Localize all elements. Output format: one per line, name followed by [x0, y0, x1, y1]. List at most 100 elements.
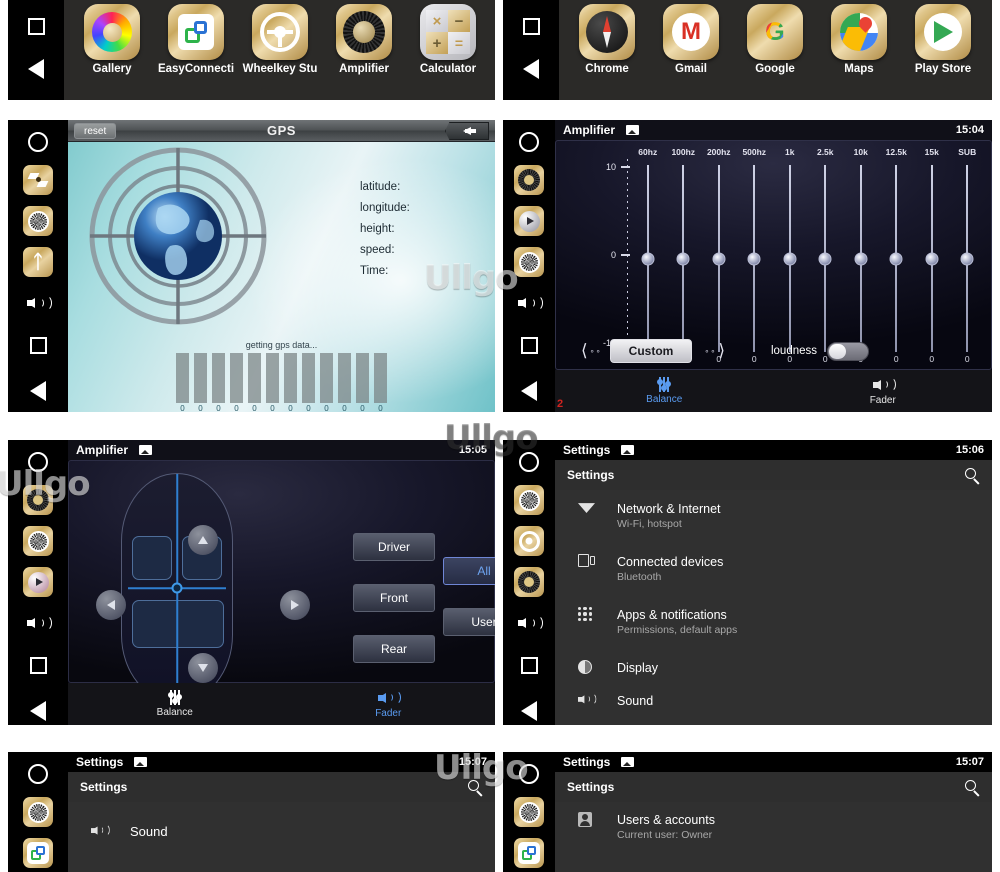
- back-arrow-button[interactable]: [445, 122, 489, 140]
- equalizer-band[interactable]: 500hz 0: [737, 147, 773, 367]
- equalizer-band[interactable]: 10k0: [843, 147, 879, 367]
- band-slider-track[interactable]: [747, 165, 761, 352]
- equalizer-band[interactable]: 60hz0: [630, 147, 666, 367]
- back-button[interactable]: [521, 381, 537, 401]
- preset-button[interactable]: Custom: [609, 339, 693, 363]
- band-slider-knob[interactable]: [818, 252, 832, 265]
- app-tile[interactable]: Amplifier: [322, 4, 406, 75]
- band-slider-knob[interactable]: [854, 252, 868, 265]
- back-button[interactable]: [28, 59, 44, 79]
- volume-icon[interactable]: [518, 294, 543, 312]
- equalizer-band[interactable]: 2.5k 0: [808, 147, 844, 367]
- app-tile[interactable]: Gallery: [70, 4, 154, 75]
- band-slider-track[interactable]: [889, 165, 903, 352]
- search-icon[interactable]: [965, 467, 980, 484]
- settings-item-apps[interactable]: Apps & notifications Permissions, defaul…: [555, 596, 992, 649]
- settings-item-display[interactable]: Display: [555, 649, 992, 687]
- tab-balance[interactable]: Balance: [555, 370, 774, 412]
- sidebar-app-bluetooth[interactable]: ᛏ: [23, 247, 53, 277]
- tab-fader[interactable]: Fader: [282, 683, 496, 725]
- balance-down-button[interactable]: [188, 653, 218, 683]
- preset-rear-button[interactable]: Rear: [353, 635, 435, 663]
- balance-right-button[interactable]: [280, 590, 310, 620]
- search-icon[interactable]: [965, 779, 980, 796]
- band-slider-track[interactable]: [925, 165, 939, 352]
- band-slider-track[interactable]: [712, 165, 726, 352]
- next-preset-button[interactable]: ⟩: [718, 341, 725, 361]
- volume-icon[interactable]: [518, 614, 543, 632]
- home-button[interactable]: [28, 132, 48, 152]
- sidebar-app-media[interactable]: [23, 567, 53, 597]
- prev-preset-button[interactable]: ⟨: [581, 341, 588, 361]
- app-tile[interactable]: Maps: [817, 4, 901, 75]
- sidebar-app-radar[interactable]: [514, 797, 544, 827]
- sidebar-app-amplifier[interactable]: [514, 165, 544, 195]
- equalizer-band[interactable]: 200hz 0: [701, 147, 737, 367]
- band-slider-track[interactable]: [818, 165, 832, 352]
- preset-driver-button[interactable]: Driver: [353, 533, 435, 561]
- volume-icon[interactable]: [27, 614, 52, 632]
- home-button[interactable]: [28, 764, 48, 784]
- app-tile[interactable]: Play Store: [901, 4, 985, 75]
- preset-front-button[interactable]: Front: [353, 584, 435, 612]
- app-tile[interactable]: M Gmail: [649, 4, 733, 75]
- sidebar-app-radar[interactable]: [23, 206, 53, 236]
- sidebar-app-amplifier[interactable]: [23, 485, 53, 515]
- equalizer-band[interactable]: SUB 0: [950, 147, 986, 367]
- zone-user-button[interactable]: User: [443, 608, 495, 636]
- sidebar-app-easyconnect[interactable]: [23, 838, 53, 868]
- back-button[interactable]: [523, 59, 539, 79]
- band-slider-track[interactable]: [854, 165, 868, 352]
- app-tile[interactable]: EasyConnecti: [154, 4, 238, 75]
- home-button[interactable]: [519, 764, 539, 784]
- recents-button[interactable]: [29, 337, 47, 354]
- recents-button[interactable]: [522, 18, 540, 35]
- equalizer-band[interactable]: 100hz0: [666, 147, 702, 367]
- sidebar-app-amplifier[interactable]: [514, 567, 544, 597]
- band-slider-knob[interactable]: [889, 252, 903, 265]
- equalizer-band[interactable]: 1k 0: [772, 147, 808, 367]
- home-button[interactable]: [519, 132, 539, 152]
- balance-up-button[interactable]: [188, 525, 218, 555]
- equalizer-band[interactable]: 15k 0: [914, 147, 950, 367]
- volume-icon[interactable]: [27, 294, 52, 312]
- settings-item-connected-devices[interactable]: Connected devices Bluetooth: [555, 543, 992, 596]
- back-button[interactable]: [30, 701, 46, 721]
- band-slider-knob[interactable]: [925, 252, 939, 265]
- app-tile[interactable]: Wheelkey Stu: [238, 4, 322, 75]
- home-button[interactable]: [519, 452, 539, 472]
- settings-item-network[interactable]: Network & Internet Wi-Fi, hotspot: [555, 490, 992, 543]
- app-tile[interactable]: G Google: [733, 4, 817, 75]
- band-slider-track[interactable]: [960, 165, 974, 352]
- sidebar-app-satellite[interactable]: [23, 165, 53, 195]
- sidebar-app-radar[interactable]: [23, 797, 53, 827]
- sidebar-app-radar[interactable]: [23, 526, 53, 556]
- sidebar-app-wheelkey[interactable]: [514, 526, 544, 556]
- recents-button[interactable]: [520, 657, 538, 674]
- settings-item-users[interactable]: Users & accounts Current user: Owner: [555, 802, 992, 854]
- app-tile[interactable]: Chrome: [565, 4, 649, 75]
- band-slider-knob[interactable]: [747, 252, 761, 265]
- home-button[interactable]: [28, 452, 48, 472]
- app-tile[interactable]: × − + = Calculator: [406, 4, 490, 75]
- equalizer-band[interactable]: 12.5k 0: [879, 147, 915, 367]
- band-slider-knob[interactable]: [783, 252, 797, 265]
- band-slider-knob[interactable]: [676, 252, 690, 265]
- band-slider-track[interactable]: [783, 165, 797, 352]
- band-slider-track[interactable]: [641, 165, 655, 352]
- zone-all-button[interactable]: All: [443, 557, 495, 585]
- band-slider-knob[interactable]: [960, 252, 974, 265]
- settings-item-sound[interactable]: Sound: [555, 687, 992, 720]
- sidebar-app-easyconnect[interactable]: [514, 838, 544, 868]
- band-slider-track[interactable]: [676, 165, 690, 352]
- sidebar-app-radar[interactable]: [514, 247, 544, 277]
- sidebar-app-media[interactable]: [514, 206, 544, 236]
- balance-left-button[interactable]: [96, 590, 126, 620]
- sidebar-app-radar[interactable]: [514, 485, 544, 515]
- back-button[interactable]: [30, 381, 46, 401]
- band-slider-knob[interactable]: [641, 252, 655, 265]
- recents-button[interactable]: [27, 18, 45, 35]
- recents-button[interactable]: [520, 337, 538, 354]
- tab-balance[interactable]: Balance: [68, 683, 282, 725]
- recents-button[interactable]: [29, 657, 47, 674]
